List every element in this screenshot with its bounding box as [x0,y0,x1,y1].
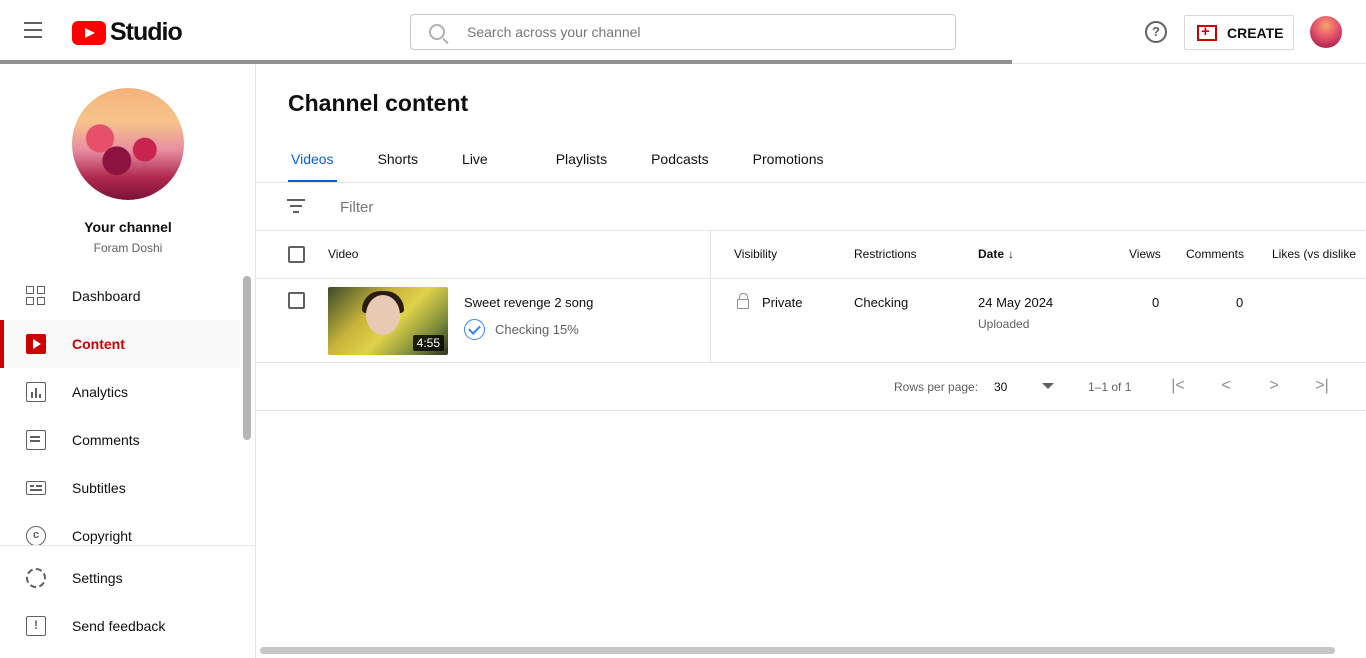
content-tabs: Videos Shorts Live Playlists Podcasts Pr… [288,144,864,183]
search-input[interactable] [467,24,907,40]
sidebar-item-label: Send feedback [72,618,166,634]
main-content: Channel content Videos Shorts Live Playl… [256,64,1366,658]
sidebar-item-copyright[interactable]: c Copyright [0,512,240,560]
first-page-icon[interactable]: |< [1170,377,1186,395]
account-avatar[interactable] [1310,16,1342,48]
copyright-icon: c [26,526,46,546]
sidebar-item-label: Copyright [72,528,132,544]
menu-icon[interactable] [24,22,48,42]
comments-icon [26,430,46,450]
gear-icon [26,568,46,588]
column-video: Video [328,247,359,261]
comments-value: 0 [1236,295,1244,310]
processing-status: Checking 15% [464,319,579,340]
filter-icon[interactable] [286,199,306,213]
rows-per-page-label: Rows per page: [894,380,979,394]
create-video-icon [1197,23,1217,41]
sidebar-divider [0,545,256,546]
check-circle-icon [464,319,485,340]
video-duration: 4:55 [412,335,444,351]
select-all-checkbox[interactable] [288,246,305,263]
sort-arrow-icon: ↓ [1008,247,1015,261]
sidebar-item-label: Content [72,336,125,352]
pagination: Rows per page: 30 1–1 of 1 |< < > >| [256,363,1366,411]
page-title: Channel content [288,90,469,116]
column-likes: Likes (vs dislike [1272,247,1357,261]
subtitles-icon [26,481,46,495]
date-status: Uploaded [978,317,1030,331]
sidebar: Your channel Foram Doshi Dashboard Conte… [0,64,256,658]
create-button[interactable]: CREATE [1184,15,1294,50]
sidebar-item-content[interactable]: Content [0,320,240,368]
column-date[interactable]: Date ↓ [978,247,1014,261]
sidebar-item-label: Subtitles [72,480,126,496]
last-page-icon[interactable]: >| [1314,377,1330,395]
column-visibility: Visibility [734,247,778,261]
video-thumbnail[interactable]: 4:55 [328,287,448,355]
table-row[interactable]: 4:55 Sweet revenge 2 song Checking 15% P… [256,279,1366,363]
tab-promotions[interactable]: Promotions [750,144,827,182]
rows-per-page-select[interactable]: 30 [994,380,1007,394]
sidebar-item-send-feedback[interactable]: ! Send feedback [0,602,240,650]
filter-input[interactable]: Filter [340,199,373,216]
prev-page-icon[interactable]: < [1218,377,1234,395]
column-date-label: Date [978,247,1005,261]
sidebar-scrollbar[interactable] [243,276,251,440]
tab-videos[interactable]: Videos [288,144,337,183]
restrictions-value: Checking [854,295,909,310]
thumbnail-face [366,295,400,335]
tab-podcasts[interactable]: Podcasts [648,144,712,182]
sidebar-item-label: Settings [72,570,123,586]
feedback-icon: ! [26,616,46,636]
table-header: Video Visibility Restrictions Date ↓ View… [256,231,1366,279]
chevron-down-icon[interactable] [1042,383,1054,389]
studio-logo[interactable]: Studio [72,18,183,47]
date-value: 24 May 2024 [978,295,1054,310]
column-comments: Comments [1186,247,1245,261]
sidebar-item-dashboard[interactable]: Dashboard [0,272,240,320]
create-label: CREATE [1227,24,1284,41]
content-icon [26,334,46,354]
horizontal-scrollbar[interactable] [260,647,1335,654]
tab-playlists[interactable]: Playlists [553,144,610,182]
help-icon[interactable]: ? [1145,21,1167,43]
views-value: 0 [1152,295,1160,310]
tab-live[interactable]: Live [459,144,491,182]
row-checkbox[interactable] [288,292,305,309]
visibility-value[interactable]: Private [762,295,802,310]
analytics-icon [26,382,46,402]
next-page-icon[interactable]: > [1266,377,1282,395]
channel-name: Foram Doshi [93,241,163,255]
search-icon [429,24,445,40]
video-title[interactable]: Sweet revenge 2 song [464,295,593,310]
dashboard-icon [26,286,46,306]
filter-bar[interactable]: Filter [256,183,1366,231]
tab-shorts[interactable]: Shorts [375,144,421,182]
sidebar-item-label: Comments [72,432,140,448]
sidebar-item-label: Analytics [72,384,129,400]
your-channel-label: Your channel [84,219,172,235]
column-views: Views [1129,247,1161,261]
sidebar-item-subtitles[interactable]: Subtitles [0,464,240,512]
youtube-logo-icon [72,20,106,45]
lock-icon [737,293,749,309]
sidebar-item-label: Dashboard [72,288,141,304]
sidebar-item-settings[interactable]: Settings [0,554,240,602]
column-restrictions: Restrictions [854,247,917,261]
top-bar: Studio ? CREATE [0,0,1366,64]
logo-text: Studio [110,18,183,46]
page-range: 1–1 of 1 [1088,380,1132,394]
sidebar-item-analytics[interactable]: Analytics [0,368,240,416]
search-box[interactable] [410,14,956,50]
channel-avatar[interactable] [72,88,184,200]
processing-status-text: Checking 15% [495,322,579,337]
sidebar-item-comments[interactable]: Comments [0,416,240,464]
